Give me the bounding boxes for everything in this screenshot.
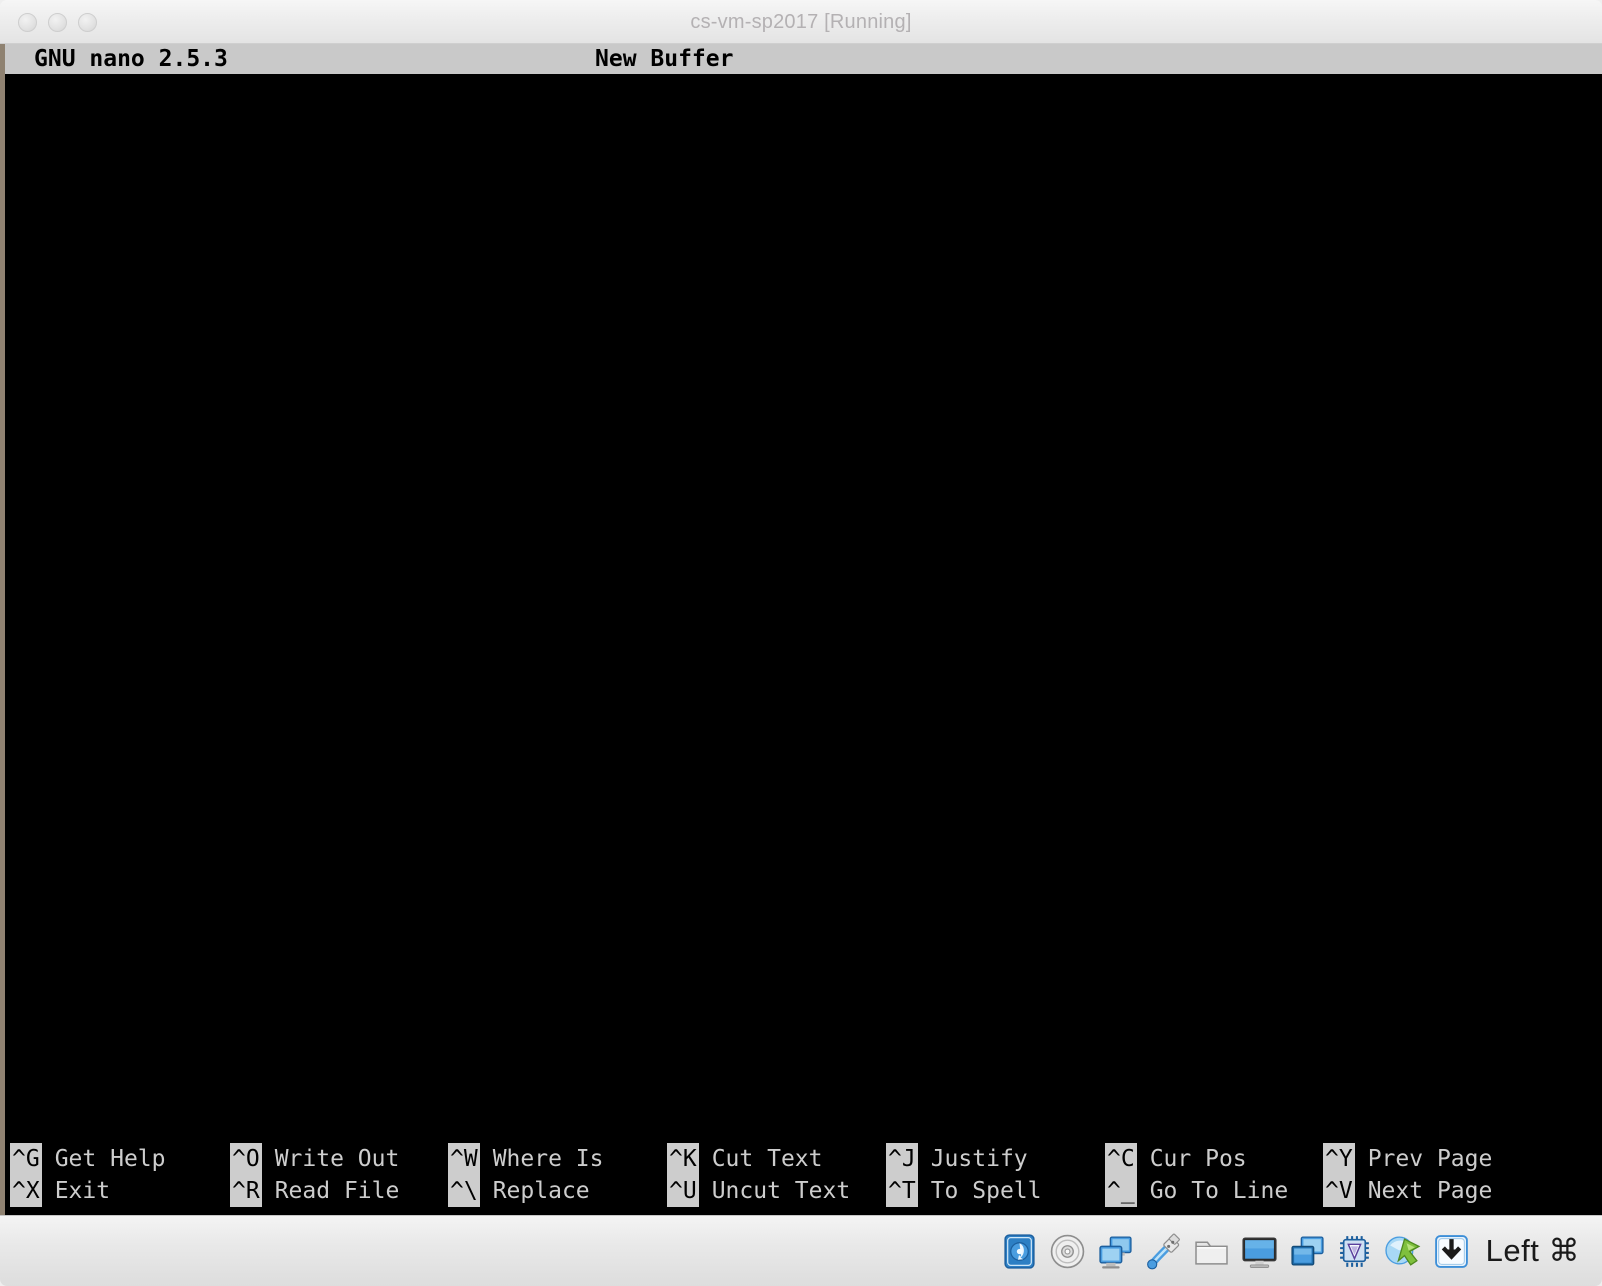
nano-shortcut-get-help[interactable]: ^G Get Help xyxy=(10,1143,165,1175)
usb-device-icon[interactable] xyxy=(1145,1233,1182,1270)
keyboard-capture-icon[interactable] xyxy=(1433,1233,1470,1270)
nano-shortcut-label: Get Help xyxy=(55,1143,166,1175)
nano-shortcut-key: ^G xyxy=(10,1143,42,1175)
nano-shortcut-write-out[interactable]: ^O Write Out xyxy=(230,1143,399,1175)
nano-shortcut-label: Exit xyxy=(55,1175,110,1207)
nano-shortcut-key: ^V xyxy=(1323,1175,1355,1207)
hard-disk-icon[interactable] xyxy=(1001,1233,1038,1270)
nano-shortcut-key: ^K xyxy=(667,1143,699,1175)
nano-shortcut-label: Replace xyxy=(493,1175,590,1207)
mouse-integration-icon[interactable] xyxy=(1385,1233,1422,1270)
nano-shortcut-where-is[interactable]: ^W Where Is xyxy=(448,1143,603,1175)
remote-display-icon[interactable] xyxy=(1289,1233,1326,1270)
nano-shortcut-next-page[interactable]: ^V Next Page xyxy=(1323,1175,1492,1207)
window-title: cs-vm-sp2017 [Running] xyxy=(0,0,1602,44)
nano-shortcut-cut-text[interactable]: ^K Cut Text xyxy=(667,1143,822,1175)
display-icon[interactable] xyxy=(1241,1233,1278,1270)
nano-shortcut-key: ^X xyxy=(10,1175,42,1207)
nano-shortcut-label: Prev Page xyxy=(1368,1143,1493,1175)
nano-shortcut-label: Write Out xyxy=(275,1143,400,1175)
nano-shortcut-read-file[interactable]: ^R Read File xyxy=(230,1175,399,1207)
nano-shortcut-uncut-text[interactable]: ^U Uncut Text xyxy=(667,1175,850,1207)
nano-shortcut-row: ^G Get Help ^O Write Out ^W Where Is ^K Cut Tex… xyxy=(5,1143,1602,1175)
nano-shortcut-key: ^R xyxy=(230,1175,262,1207)
nano-shortcut-to-spell[interactable]: ^T To Spell xyxy=(886,1175,1041,1207)
nano-shortcut-label: Go To Line xyxy=(1150,1175,1288,1207)
nano-shortcut-label: Next Page xyxy=(1368,1175,1493,1207)
virtualbox-status-bar: Left ⌘ xyxy=(0,1215,1602,1286)
nano-shortcut-key: ^C xyxy=(1105,1143,1137,1175)
nano-shortcut-key: ^T xyxy=(886,1175,918,1207)
nano-version-label: GNU nano 2.5.3 xyxy=(34,44,228,74)
nano-shortcut-label: Cut Text xyxy=(712,1143,823,1175)
nano-shortcut-prev-page[interactable]: ^Y Prev Page xyxy=(1323,1143,1492,1175)
nano-buffer-label: New Buffer xyxy=(595,44,733,74)
shared-folder-icon[interactable] xyxy=(1193,1233,1230,1270)
nano-shortcut-row: ^X Exit ^R Read File ^\ Replace ^U Uncut Text ^T… xyxy=(5,1175,1602,1207)
nano-shortcut-help: ^G Get Help ^O Write Out ^W Where Is ^K Cut Tex… xyxy=(5,1143,1602,1215)
nano-shortcut-label: Where Is xyxy=(493,1143,604,1175)
nano-shortcut-key: ^W xyxy=(448,1143,480,1175)
optical-disk-icon[interactable] xyxy=(1049,1233,1086,1270)
status-icon-group xyxy=(1001,1233,1470,1270)
nano-shortcut-label: Cur Pos xyxy=(1150,1143,1247,1175)
network-adapter-icon[interactable] xyxy=(1097,1233,1134,1270)
nano-shortcut-key: ^O xyxy=(230,1143,262,1175)
nano-shortcut-label: To Spell xyxy=(931,1175,1042,1207)
guest-screen[interactable]: GNU nano 2.5.3 New Buffer ^G Get Help ^O Wr… xyxy=(0,44,1602,1215)
nano-shortcut-cur-pos[interactable]: ^C Cur Pos xyxy=(1105,1143,1247,1175)
window-titlebar[interactable]: cs-vm-sp2017 [Running] xyxy=(0,0,1602,44)
nano-shortcut-key: ^Y xyxy=(1323,1143,1355,1175)
nano-shortcut-label: Justify xyxy=(931,1143,1028,1175)
nano-shortcut-replace[interactable]: ^\ Replace xyxy=(448,1175,590,1207)
nano-status-bar: GNU nano 2.5.3 New Buffer xyxy=(5,44,1602,74)
nano-shortcut-key: ^\ xyxy=(448,1175,480,1207)
nano-shortcut-key: ^J xyxy=(886,1143,918,1175)
nano-shortcut-label: Uncut Text xyxy=(712,1175,850,1207)
host-key-indicator: Left ⌘ xyxy=(1486,1233,1580,1269)
virtualbox-vm-window: cs-vm-sp2017 [Running] GNU nano 2.5.3 Ne… xyxy=(0,0,1602,1286)
nano-shortcut-key: ^_ xyxy=(1105,1175,1137,1207)
nano-shortcut-go-to-line[interactable]: ^_ Go To Line xyxy=(1105,1175,1288,1207)
nano-editor-area[interactable] xyxy=(5,74,1602,1171)
nano-shortcut-key: ^U xyxy=(667,1175,699,1207)
nano-shortcut-justify[interactable]: ^J Justify xyxy=(886,1143,1028,1175)
cpu-virtualbox-icon[interactable] xyxy=(1337,1233,1374,1270)
nano-shortcut-exit[interactable]: ^X Exit xyxy=(10,1175,110,1207)
nano-shortcut-label: Read File xyxy=(275,1175,400,1207)
